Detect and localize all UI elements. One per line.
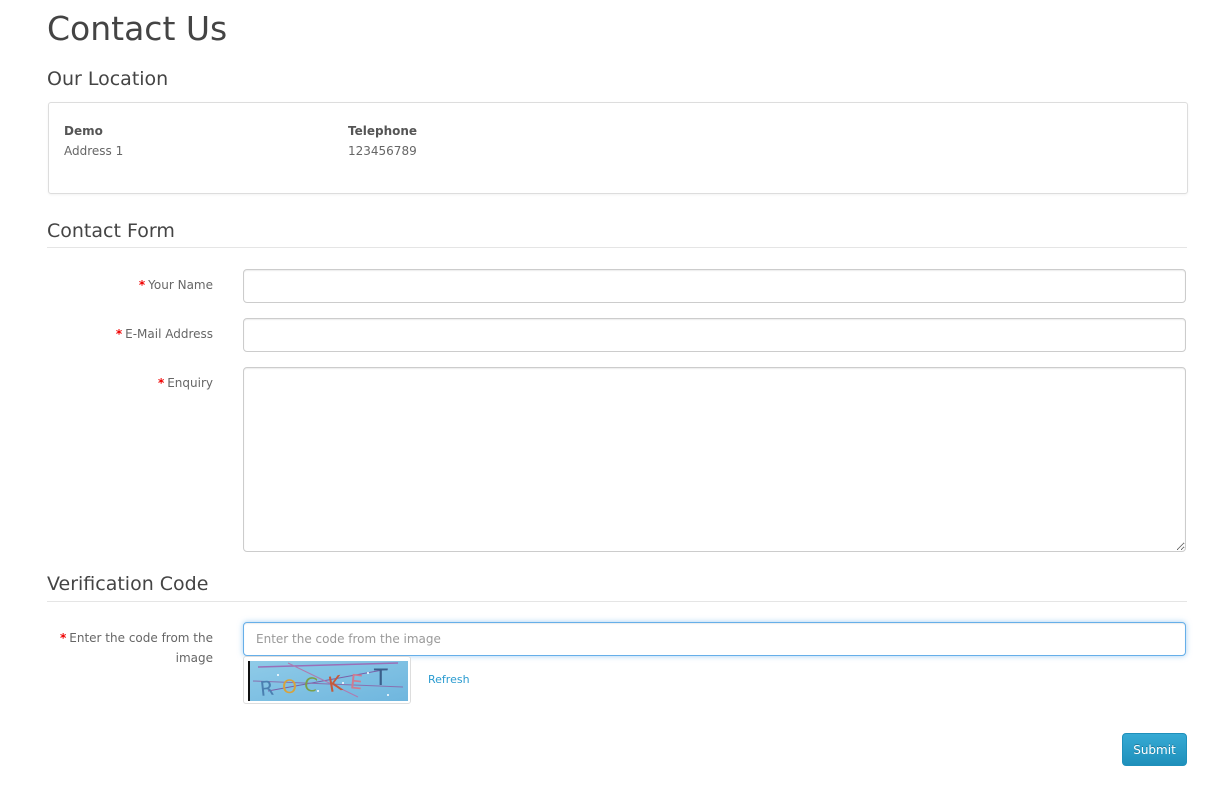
required-marker: * <box>60 631 67 645</box>
email-input[interactable] <box>243 318 1186 352</box>
telephone-label: Telephone <box>348 124 418 138</box>
captcha-image: R O C K E T <box>248 661 408 701</box>
page-title: Contact Us <box>47 9 228 48</box>
captcha-thumbnail: R O C K E T <box>243 656 411 704</box>
name-input[interactable] <box>243 269 1186 303</box>
name-label: * Your Name <box>23 275 213 295</box>
store-name: Demo <box>64 124 103 138</box>
svg-text:E: E <box>349 669 364 694</box>
svg-text:R: R <box>259 676 275 701</box>
required-marker: * <box>157 376 165 390</box>
captcha-label: * Enter the code from the image <box>23 628 213 668</box>
enquiry-textarea[interactable] <box>243 367 1186 552</box>
verification-heading: Verification Code <box>47 573 209 595</box>
required-marker: * <box>115 327 123 341</box>
section-divider <box>47 247 1187 248</box>
enquiry-label: * Enquiry <box>23 373 213 393</box>
telephone-value: 123456789 <box>348 144 417 158</box>
submit-button[interactable]: Submit <box>1122 733 1187 766</box>
telephone-block: Telephone 123456789 <box>348 121 417 161</box>
contact-page: Contact Us Our Location Demo Address 1 T… <box>0 0 1223 785</box>
svg-text:O: O <box>282 676 297 698</box>
svg-text:T: T <box>373 666 388 691</box>
location-panel: Demo Address 1 Telephone 123456789 <box>48 102 1188 194</box>
name-label-text: Your Name <box>148 278 213 292</box>
store-address: Address 1 <box>64 144 124 158</box>
captcha-input[interactable] <box>243 622 1186 656</box>
location-heading: Our Location <box>47 68 169 90</box>
captcha-label-text: Enter the code from the image <box>69 631 213 665</box>
section-divider <box>47 601 1187 602</box>
email-label: * E-Mail Address <box>23 324 213 344</box>
required-marker: * <box>138 278 146 292</box>
enquiry-label-text: Enquiry <box>167 376 213 390</box>
email-label-text: E-Mail Address <box>125 327 213 341</box>
refresh-captcha-link[interactable]: Refresh <box>428 671 470 689</box>
address-block: Demo Address 1 <box>64 121 123 161</box>
contact-form-heading: Contact Form <box>47 220 175 242</box>
